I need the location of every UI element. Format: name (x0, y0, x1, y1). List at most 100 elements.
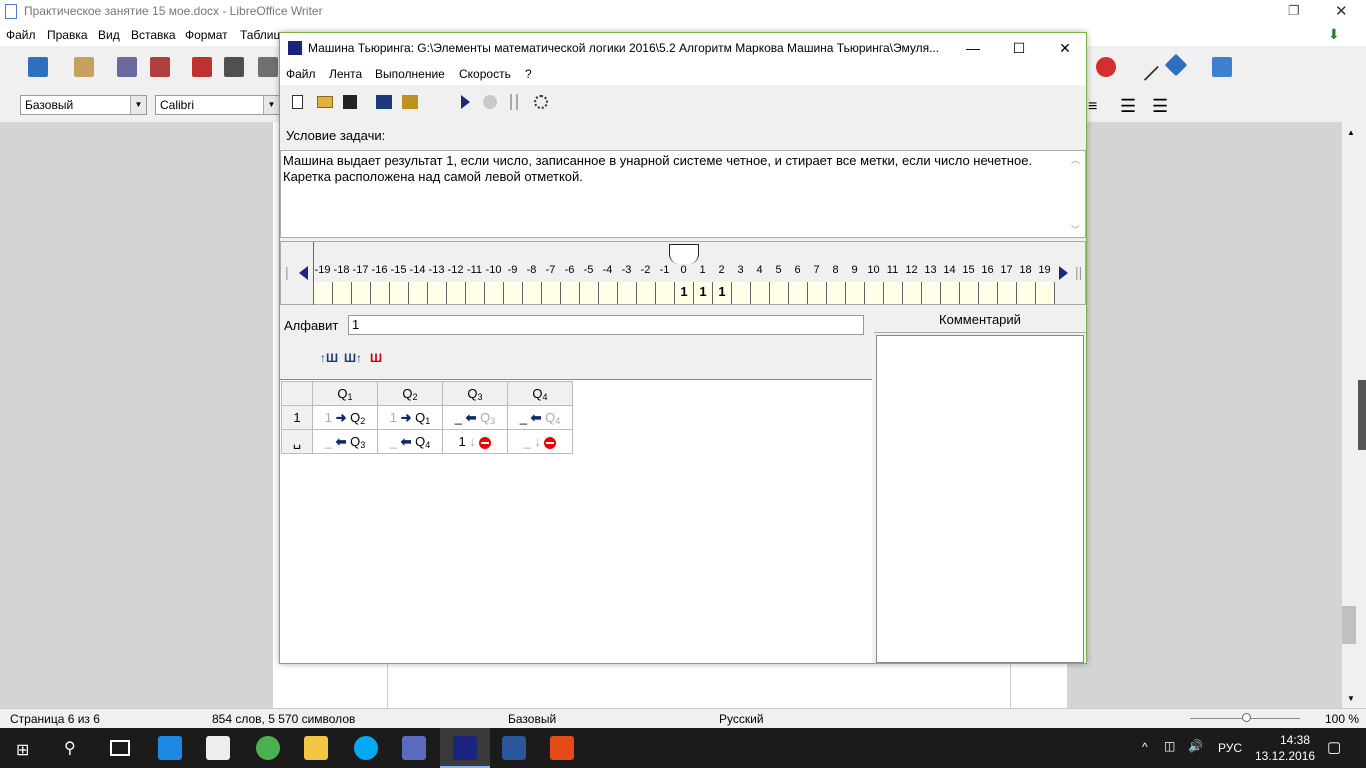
lo-menu-view[interactable]: Вид (98, 28, 120, 42)
maximize-icon[interactable]: ☐ (996, 33, 1042, 63)
transition-cell[interactable]: _ ⬅ Q4 (377, 429, 443, 454)
gallery-icon[interactable] (1212, 57, 1232, 77)
skype-icon[interactable] (354, 736, 378, 760)
scroll-down-icon[interactable]: ▼ (1347, 694, 1355, 703)
increase-indent-icon[interactable]: ☰ (1120, 96, 1136, 117)
transition-cell[interactable]: 1 ➜ Q1 (377, 405, 443, 430)
language-indicator[interactable]: РУС (1218, 741, 1242, 755)
tape-cell[interactable] (1036, 282, 1055, 304)
menu-speed[interactable]: Скорость (459, 67, 511, 81)
open-folder-icon[interactable] (317, 96, 333, 108)
menu-help[interactable]: ? (525, 67, 532, 81)
tray-up-icon[interactable]: ^ (1142, 740, 1148, 754)
tape-cell[interactable] (466, 282, 485, 304)
tape-cell[interactable] (865, 282, 884, 304)
volume-icon[interactable]: 🔊 (1188, 739, 1203, 753)
clock-time[interactable]: 14:38 (1265, 733, 1325, 747)
tape-cell[interactable]: 1 (694, 282, 713, 304)
tape-cell[interactable] (580, 282, 599, 304)
tape-cell[interactable] (789, 282, 808, 304)
align-right-icon[interactable]: ≡ (1088, 98, 1097, 116)
menu-run[interactable]: Выполнение (375, 67, 445, 81)
save-icon[interactable] (117, 57, 137, 77)
tape-cell[interactable] (941, 282, 960, 304)
tape-cell[interactable] (447, 282, 466, 304)
tape-cell[interactable] (618, 282, 637, 304)
sidebar-toggle[interactable] (1358, 380, 1366, 450)
new-document-icon[interactable] (28, 57, 48, 77)
tape-cell[interactable] (884, 282, 903, 304)
row-symbol[interactable]: 1 (281, 405, 313, 430)
insert-column-left-icon[interactable]: ↑Ш (320, 351, 338, 365)
tape-cell[interactable] (960, 282, 979, 304)
tape-cell[interactable] (808, 282, 827, 304)
font-name-select[interactable]: Calibri ▼ (155, 95, 280, 115)
tape-cell[interactable] (504, 282, 523, 304)
comment-textarea[interactable] (876, 335, 1084, 663)
lo-menu-format[interactable]: Формат (185, 28, 228, 42)
tape-cell[interactable] (656, 282, 675, 304)
impress-app-icon[interactable] (550, 736, 574, 760)
tape-cell[interactable]: 1 (713, 282, 732, 304)
tape-right-icon[interactable] (1059, 266, 1068, 280)
tape-cell[interactable] (371, 282, 390, 304)
tape-cell[interactable] (314, 282, 333, 304)
writer-app-icon[interactable] (502, 736, 526, 760)
shapes-icon[interactable] (1164, 53, 1188, 77)
edge-icon[interactable] (158, 736, 182, 760)
transition-cell[interactable]: _ ⬅ Q3 (312, 429, 378, 454)
search-icon[interactable]: ⚲ (64, 738, 76, 758)
action-center-icon[interactable]: ▢ (1327, 738, 1341, 756)
record-icon[interactable] (1096, 57, 1116, 77)
zoom-slider-thumb[interactable] (1242, 713, 1251, 722)
transition-cell[interactable]: _ ⬅ Q3 (442, 405, 508, 430)
print-preview-icon[interactable] (258, 57, 278, 77)
transition-cell[interactable]: 1 ➜ Q2 (312, 405, 378, 430)
tape-cell[interactable] (998, 282, 1017, 304)
decrease-indent-icon[interactable]: ☰ (1152, 96, 1168, 117)
state-header[interactable]: Q2 (377, 381, 443, 406)
paragraph-style-select[interactable]: Базовый ▼ (20, 95, 147, 115)
row-symbol[interactable]: ␣ (281, 429, 313, 454)
network-icon[interactable]: ◫ (1164, 739, 1175, 753)
scroll-up-icon[interactable]: ▲ (1347, 128, 1355, 137)
scroll-thumb[interactable] (1342, 606, 1356, 644)
transition-cell[interactable]: _ ↓ (507, 429, 573, 454)
restore-icon[interactable]: ❐ (1288, 3, 1300, 19)
tape-cell[interactable] (732, 282, 751, 304)
tape-cell[interactable] (846, 282, 865, 304)
tape-cell[interactable]: 1 (675, 282, 694, 304)
store-icon[interactable] (206, 736, 230, 760)
tape-cell[interactable] (428, 282, 447, 304)
export-pdf-icon[interactable] (192, 57, 212, 77)
clock-date[interactable]: 13.12.2016 (1255, 749, 1315, 763)
tape-cell[interactable] (979, 282, 998, 304)
tape-cell[interactable] (922, 282, 941, 304)
tape-cell[interactable] (352, 282, 371, 304)
new-file-icon[interactable] (292, 95, 303, 109)
open-icon[interactable] (74, 57, 94, 77)
tape-left-icon[interactable] (299, 266, 308, 280)
minimize-icon[interactable]: — (950, 33, 996, 63)
tape-scroll-end-icon[interactable]: || (1075, 264, 1082, 280)
tape-cell[interactable] (390, 282, 409, 304)
tape-save-icon[interactable] (402, 95, 418, 109)
lo-menu-insert[interactable]: Вставка (131, 28, 176, 42)
close-icon[interactable]: ✕ (1335, 2, 1348, 20)
windows-start-icon[interactable]: ⊞ (16, 740, 29, 760)
task-view-icon[interactable] (110, 740, 130, 756)
close-icon[interactable]: ✕ (1042, 33, 1088, 63)
transition-cell[interactable]: 1 ↓ (442, 429, 508, 454)
tape-cell[interactable] (637, 282, 656, 304)
step-icon[interactable] (534, 95, 548, 109)
tape-scroll-start-icon[interactable]: | (285, 264, 289, 280)
stop-icon[interactable] (483, 95, 497, 109)
save-app-icon[interactable] (402, 736, 426, 760)
lo-menu-file[interactable]: Файл (6, 28, 36, 42)
menu-tape[interactable]: Лента (329, 67, 362, 81)
save-file-icon[interactable] (343, 95, 357, 109)
tape-cell[interactable] (903, 282, 922, 304)
turing-taskbar-button[interactable] (440, 728, 490, 768)
export-icon[interactable] (150, 57, 170, 77)
alphabet-input[interactable]: 1 (348, 315, 864, 335)
